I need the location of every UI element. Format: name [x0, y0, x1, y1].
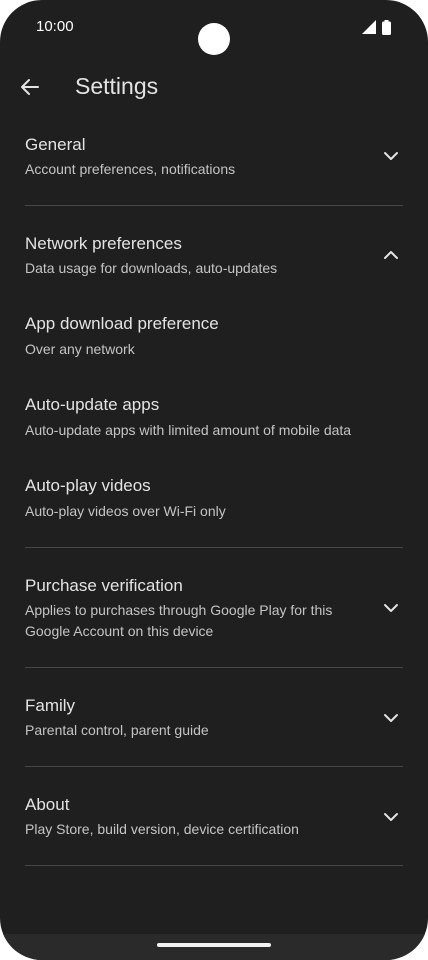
chevron-down-icon	[384, 152, 398, 160]
section-purchase-subtitle: Applies to purchases through Google Play…	[25, 602, 333, 639]
page-title: Settings	[75, 73, 159, 99]
app-bar: Settings	[0, 56, 428, 116]
setting-title: App download preference	[25, 314, 219, 333]
section-about-subtitle: Play Store, build version, device certif…	[25, 821, 299, 837]
navigation-bar	[0, 934, 428, 960]
section-general-title: General	[25, 135, 86, 154]
divider	[25, 865, 403, 866]
status-time: 10:00	[36, 18, 74, 35]
section-general-subtitle: Account preferences, notifications	[25, 161, 236, 177]
phone-screen: 10:00 Settings General Account preferenc…	[0, 0, 428, 960]
section-network[interactable]: Network preferences Data usage for downl…	[0, 231, 428, 297]
setting-value: Auto-play videos over Wi-Fi only	[25, 503, 226, 519]
camera-cutout	[198, 23, 230, 55]
section-family-subtitle: Parental control, parent guide	[25, 722, 209, 738]
section-network-subtitle: Data usage for downloads, auto-updates	[25, 260, 278, 276]
setting-auto-play-videos[interactable]: Auto-play videos Auto-play videos over W…	[0, 475, 428, 535]
chevron-down-icon	[384, 813, 398, 821]
arrow-back-icon[interactable]	[18, 75, 42, 99]
chevron-up-icon	[384, 251, 398, 259]
section-purchase-verification[interactable]: Purchase verification Applies to purchas…	[0, 574, 428, 654]
chevron-down-icon	[384, 604, 398, 612]
setting-value: Auto-update apps with limited amount of …	[25, 422, 352, 438]
setting-auto-update-apps[interactable]: Auto-update apps Auto-update apps with l…	[0, 394, 428, 454]
divider	[25, 667, 403, 668]
section-purchase-title: Purchase verification	[25, 576, 183, 595]
battery-icon	[382, 20, 391, 35]
home-gesture-handle[interactable]	[157, 943, 271, 947]
divider	[25, 547, 403, 548]
status-bar: 10:00	[0, 0, 428, 56]
section-general[interactable]: General Account preferences, notificatio…	[0, 132, 428, 198]
setting-title: Auto-update apps	[25, 395, 160, 414]
chevron-down-icon	[384, 714, 398, 722]
section-about[interactable]: About Play Store, build version, device …	[0, 793, 428, 853]
section-about-title: About	[25, 795, 70, 814]
setting-title: Auto-play videos	[25, 476, 151, 495]
setting-value: Over any network	[25, 341, 135, 357]
setting-app-download-preference[interactable]: App download preference Over any network	[0, 313, 428, 373]
divider	[25, 766, 403, 767]
section-family[interactable]: Family Parental control, parent guide	[0, 694, 428, 754]
section-family-title: Family	[25, 696, 76, 715]
signal-icon	[362, 20, 376, 34]
divider	[25, 205, 403, 206]
section-network-title: Network preferences	[25, 234, 182, 253]
